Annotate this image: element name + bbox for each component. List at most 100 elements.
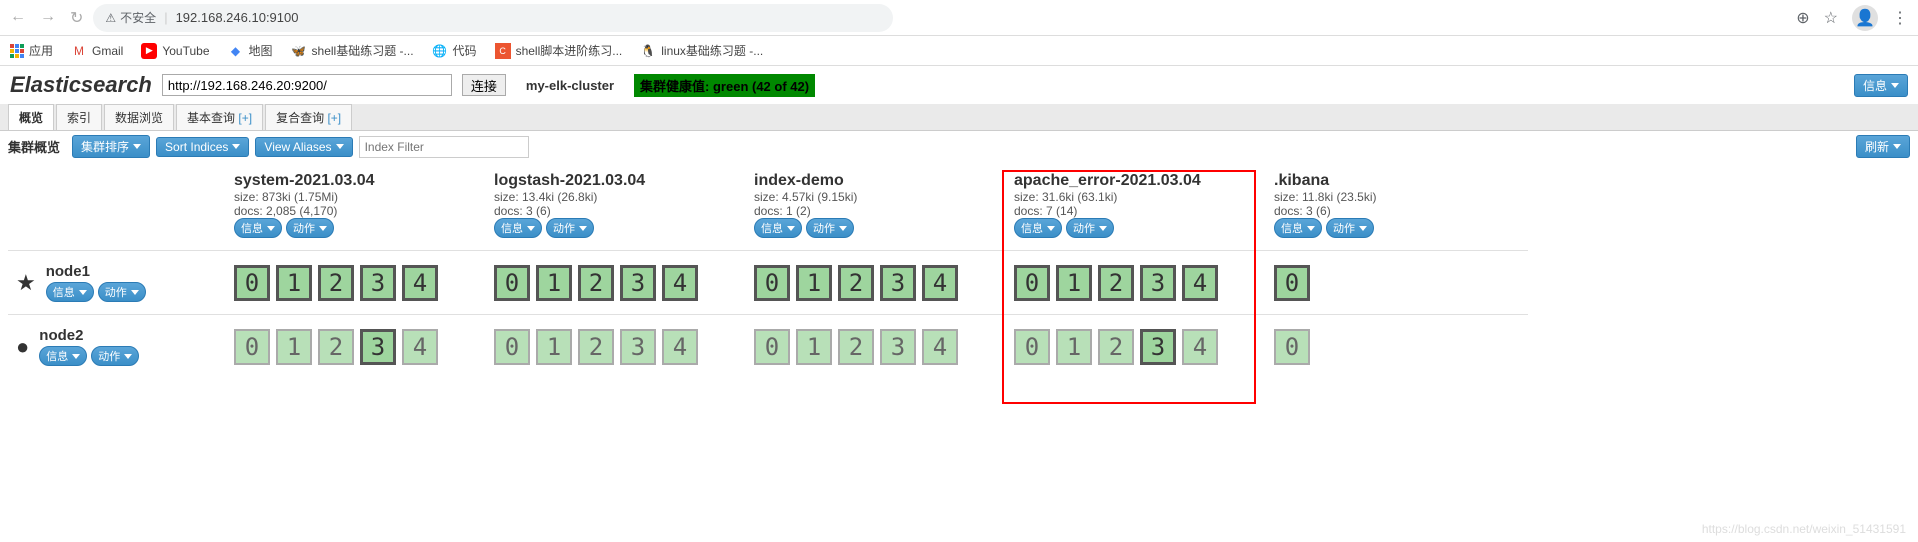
health-badge: 集群健康值: green (42 of 42) <box>634 74 815 97</box>
bookmark-maps[interactable]: ◆地图 <box>228 42 273 59</box>
shard-box[interactable]: 2 <box>578 329 614 365</box>
tab-overview[interactable]: 概览 <box>8 104 54 130</box>
insecure-badge: ⚠ 不安全 <box>105 9 156 26</box>
index-size: size: 873ki (1.75Mi) <box>234 190 482 204</box>
index-column: index-demo size: 4.57ki (9.15ki) docs: 1… <box>748 170 1008 378</box>
shard-box[interactable]: 0 <box>1014 329 1050 365</box>
connect-button[interactable]: 连接 <box>462 74 506 96</box>
tab-indices[interactable]: 索引 <box>56 104 102 130</box>
bookmark-shell1[interactable]: 🦋shell基础练习题 -... <box>291 42 414 59</box>
bookmark-youtube[interactable]: ▶YouTube <box>141 43 209 59</box>
shard-box[interactable]: 0 <box>494 329 530 365</box>
search-icon[interactable]: ⊕ <box>1796 8 1809 28</box>
shard-box[interactable]: 1 <box>1056 265 1092 301</box>
shard-box[interactable]: 3 <box>880 265 916 301</box>
es-url-input[interactable] <box>162 74 452 96</box>
shard-box[interactable]: 0 <box>234 329 270 365</box>
shard-box[interactable]: 0 <box>234 265 270 301</box>
tab-compound-query[interactable]: 复合查询 [+] <box>265 104 352 130</box>
info-top-button[interactable]: 信息 <box>1854 74 1908 97</box>
shard-box[interactable]: 0 <box>754 329 790 365</box>
reload-icon[interactable]: ↻ <box>70 8 83 28</box>
shard-box[interactable]: 2 <box>1098 265 1134 301</box>
index-action-button[interactable]: 动作 <box>546 218 594 238</box>
shard-box[interactable]: 4 <box>922 265 958 301</box>
shard-box[interactable]: 1 <box>276 329 312 365</box>
insecure-label: 不安全 <box>120 9 156 26</box>
sort-cluster-button[interactable]: 集群排序 <box>72 135 150 158</box>
shard-box[interactable]: 3 <box>360 329 396 365</box>
shard-box[interactable]: 3 <box>1140 329 1176 365</box>
shard-box[interactable]: 4 <box>1182 265 1218 301</box>
tabs: 概览 索引 数据浏览 基本查询 [+] 复合查询 [+] <box>0 104 1918 131</box>
profile-avatar[interactable]: 👤 <box>1852 5 1878 31</box>
shard-box[interactable]: 0 <box>754 265 790 301</box>
sort-indices-button[interactable]: Sort Indices <box>156 137 249 157</box>
shard-box[interactable]: 3 <box>620 329 656 365</box>
tab-basic-query[interactable]: 基本查询 [+] <box>176 104 263 130</box>
shard-box[interactable]: 0 <box>1274 265 1310 301</box>
shard-box[interactable]: 3 <box>880 329 916 365</box>
shard-box[interactable]: 2 <box>838 329 874 365</box>
apps-button[interactable]: 应用 <box>10 42 53 59</box>
shard-box[interactable]: 3 <box>360 265 396 301</box>
index-info-button[interactable]: 信息 <box>234 218 282 238</box>
shard-box[interactable]: 0 <box>1014 265 1050 301</box>
nav-arrows: ← → ↻ <box>10 8 83 28</box>
node-info-button[interactable]: 信息 <box>39 346 87 366</box>
forward-icon[interactable]: → <box>40 8 56 28</box>
caret-down-icon <box>133 144 141 149</box>
shard-box[interactable]: 1 <box>796 329 832 365</box>
bookmark-linux[interactable]: 🐧linux基础练习题 -... <box>640 42 763 59</box>
shard-box[interactable]: 1 <box>1056 329 1092 365</box>
index-action-button[interactable]: 动作 <box>1066 218 1114 238</box>
master-star-icon: ★ <box>16 270 36 296</box>
shard-box[interactable]: 4 <box>922 329 958 365</box>
apps-label: 应用 <box>29 42 53 59</box>
index-header: system-2021.03.04 size: 873ki (1.75Mi) d… <box>228 170 488 250</box>
address-bar[interactable]: ⚠ 不安全 | 192.168.246.10:9100 <box>93 4 893 32</box>
index-header: .kibana size: 11.8ki (23.5ki) docs: 3 (6… <box>1268 170 1528 250</box>
shard-row: 0 <box>1268 314 1528 378</box>
index-info-button[interactable]: 信息 <box>1274 218 1322 238</box>
shard-box[interactable]: 3 <box>1140 265 1176 301</box>
menu-icon[interactable]: ⋮ <box>1892 8 1908 28</box>
star-icon[interactable]: ☆ <box>1824 8 1838 28</box>
node-name: node1 <box>46 263 146 280</box>
index-filter-input[interactable] <box>359 136 529 158</box>
node-info-button[interactable]: 信息 <box>46 282 94 302</box>
shard-box[interactable]: 3 <box>620 265 656 301</box>
shard-box[interactable]: 2 <box>318 265 354 301</box>
shard-box[interactable]: 2 <box>838 265 874 301</box>
shard-box[interactable]: 2 <box>1098 329 1134 365</box>
bookmark-gmail[interactable]: MGmail <box>71 43 123 59</box>
shard-box[interactable]: 4 <box>662 265 698 301</box>
shard-box[interactable]: 1 <box>536 265 572 301</box>
shard-box[interactable]: 1 <box>796 265 832 301</box>
index-info-button[interactable]: 信息 <box>1014 218 1062 238</box>
node-action-button[interactable]: 动作 <box>98 282 146 302</box>
view-aliases-button[interactable]: View Aliases <box>255 137 352 157</box>
shard-box[interactable]: 2 <box>578 265 614 301</box>
shard-box[interactable]: 1 <box>536 329 572 365</box>
index-info-button[interactable]: 信息 <box>754 218 802 238</box>
node-action-button[interactable]: 动作 <box>91 346 139 366</box>
shard-box[interactable]: 4 <box>402 329 438 365</box>
index-action-button[interactable]: 动作 <box>1326 218 1374 238</box>
index-action-button[interactable]: 动作 <box>286 218 334 238</box>
index-info-button[interactable]: 信息 <box>494 218 542 238</box>
refresh-button[interactable]: 刷新 <box>1856 135 1910 158</box>
page-icon: 🦋 <box>291 43 307 59</box>
shard-box[interactable]: 4 <box>402 265 438 301</box>
bookmark-shell2[interactable]: Cshell脚本进阶练习... <box>495 42 623 59</box>
bookmark-code[interactable]: 🌐代码 <box>432 42 477 59</box>
index-action-button[interactable]: 动作 <box>806 218 854 238</box>
shard-box[interactable]: 4 <box>662 329 698 365</box>
tab-browser[interactable]: 数据浏览 <box>104 104 174 130</box>
shard-box[interactable]: 4 <box>1182 329 1218 365</box>
shard-box[interactable]: 2 <box>318 329 354 365</box>
shard-box[interactable]: 0 <box>494 265 530 301</box>
shard-box[interactable]: 0 <box>1274 329 1310 365</box>
back-icon[interactable]: ← <box>10 8 26 28</box>
shard-box[interactable]: 1 <box>276 265 312 301</box>
